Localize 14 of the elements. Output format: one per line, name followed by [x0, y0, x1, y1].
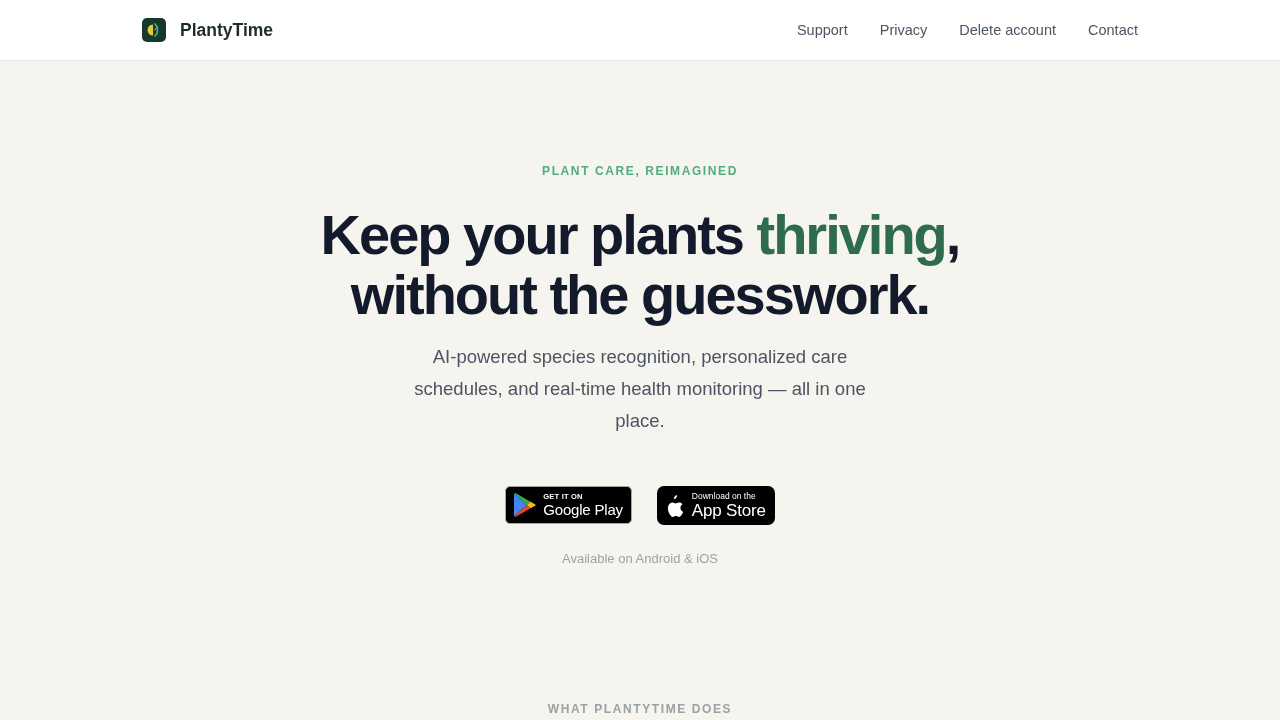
availability-note: Available on Android & iOS	[562, 550, 718, 568]
app-store-button[interactable]: Download on the App Store	[656, 486, 775, 525]
eyebrow-label: PLANT CARE, REIMAGINED	[542, 163, 738, 180]
hero-headline: Keep your plants thriving, without the guesswork.	[319, 205, 961, 325]
logo-icon	[142, 18, 166, 42]
hero-subtitle: AI-powered species recognition, personalized care schedules, and real-time health monitoring — all in one place.	[413, 345, 867, 433]
apple-icon	[665, 494, 685, 517]
play-triangle-icon	[514, 493, 537, 517]
nav-link[interactable]: Privacy	[879, 20, 928, 40]
section-label: WHAT PLANTYTIME DOES	[547, 701, 733, 718]
nav-link[interactable]: Contact	[1088, 20, 1138, 40]
brand-link[interactable]: PlantyTime	[142, 18, 274, 42]
nav-link[interactable]: Delete account	[959, 20, 1056, 40]
nav-link[interactable]: Support	[796, 20, 848, 40]
